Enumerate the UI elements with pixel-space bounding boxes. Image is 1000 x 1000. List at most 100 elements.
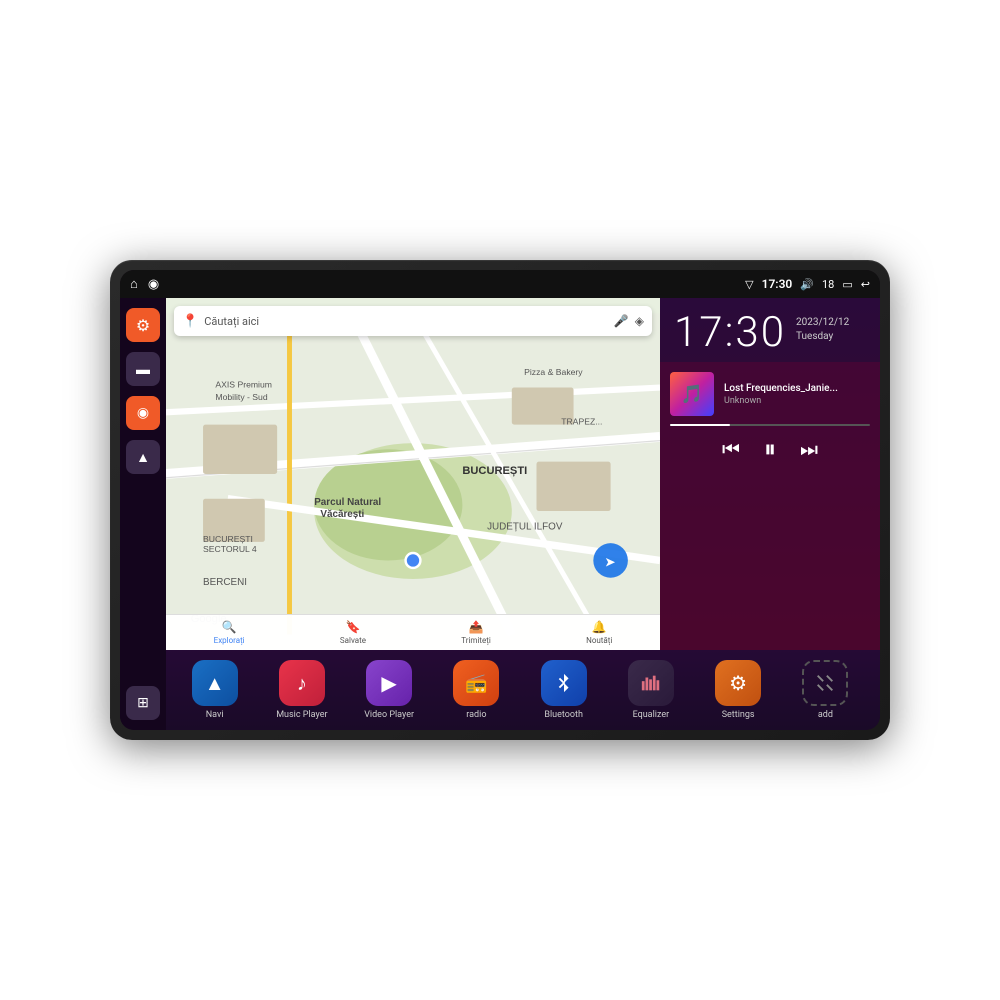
- navi-label: Navi: [206, 710, 224, 720]
- sidebar-maps-btn[interactable]: ◉: [126, 396, 160, 430]
- app-radio[interactable]: 📻 radio: [446, 660, 506, 720]
- add-icon: [814, 672, 836, 694]
- map-explore-btn[interactable]: 🔍 Explorați: [214, 620, 245, 645]
- back-icon[interactable]: ↩: [861, 278, 870, 291]
- map-saved-btn[interactable]: 🔖 Salvate: [340, 620, 366, 645]
- time-display: 17:30: [762, 277, 793, 291]
- settings-app-icon: ⚙: [729, 671, 747, 695]
- app-music-player[interactable]: ♪ Music Player: [272, 660, 332, 720]
- map-search-bar[interactable]: 📍 Căutați aici 🎤 ◈: [174, 306, 652, 336]
- video-player-label: Video Player: [364, 710, 414, 720]
- music-artist: Unknown: [724, 396, 870, 406]
- svg-text:TRAPEZ...: TRAPEZ...: [561, 417, 602, 427]
- share-icon: 📤: [469, 620, 484, 634]
- equalizer-label: Equalizer: [633, 710, 670, 720]
- music-next-btn[interactable]: ⏭: [800, 439, 818, 462]
- layers-icon[interactable]: ◈: [635, 314, 644, 328]
- sidebar: ⚙ ▬ ◉ ▲ ⊞: [120, 298, 166, 730]
- wifi-icon: ▽: [745, 278, 753, 291]
- music-info-row: 🎵 Lost Frequencies_Janie... Unknown: [670, 372, 870, 416]
- music-prev-btn[interactable]: ⏮: [722, 439, 740, 462]
- nav-arrow-icon: ▲: [136, 449, 150, 466]
- radio-icon-bg: 📻: [453, 660, 499, 706]
- bluetooth-icon-bg: [541, 660, 587, 706]
- map-status-icon[interactable]: ◉: [148, 277, 159, 292]
- app-bluetooth[interactable]: Bluetooth: [534, 660, 594, 720]
- top-row: 📍 Căutați aici 🎤 ◈: [166, 298, 880, 650]
- sidebar-settings-btn[interactable]: ⚙: [126, 308, 160, 342]
- add-label: add: [818, 710, 833, 720]
- map-share-btn[interactable]: 📤 Trimiteți: [461, 620, 491, 645]
- map-search-text[interactable]: Căutați aici: [204, 315, 608, 328]
- sidebar-grid-btn[interactable]: ⊞: [126, 686, 160, 720]
- music-player-label: Music Player: [276, 710, 327, 720]
- settings-label: Settings: [722, 710, 755, 720]
- main-content: ⚙ ▬ ◉ ▲ ⊞: [120, 298, 880, 730]
- clock-date: 2023/12/12 Tuesday: [796, 316, 849, 344]
- music-player-icon: ♪: [297, 671, 307, 696]
- equalizer-icon: [640, 672, 662, 694]
- right-panel: 17:30 2023/12/12 Tuesday 🎵 Lost: [660, 298, 880, 650]
- music-pause-btn[interactable]: ⏸: [764, 436, 776, 464]
- sidebar-files-btn[interactable]: ▬: [126, 352, 160, 386]
- navi-icon: ▲: [205, 671, 225, 696]
- bluetooth-icon: [553, 672, 575, 694]
- music-controls: ⏮ ⏸ ⏭: [670, 436, 870, 464]
- video-player-icon: ▶: [381, 671, 396, 695]
- battery-icon: ▭: [842, 278, 852, 291]
- map-widget[interactable]: 📍 Căutați aici 🎤 ◈: [166, 298, 660, 650]
- settings-icon-bg: ⚙: [715, 660, 761, 706]
- home-icon[interactable]: ⌂: [130, 276, 138, 292]
- center-area: 📍 Căutați aici 🎤 ◈: [166, 298, 880, 730]
- app-grid: ▲ Navi ♪ Music Player ▶: [174, 660, 866, 720]
- saved-label: Salvate: [340, 636, 366, 645]
- app-add[interactable]: add: [795, 660, 855, 720]
- news-label: Noutăți: [586, 636, 612, 645]
- saved-icon: 🔖: [345, 620, 360, 634]
- video-player-icon-bg: ▶: [366, 660, 412, 706]
- clock-date-value: 2023/12/12: [796, 316, 849, 330]
- map-bottom-bar: 🔍 Explorați 🔖 Salvate 📤 Trimiteți: [166, 614, 660, 650]
- share-label: Trimiteți: [461, 636, 491, 645]
- music-section: 🎵 Lost Frequencies_Janie... Unknown: [660, 362, 880, 650]
- sidebar-nav-btn[interactable]: ▲: [126, 440, 160, 474]
- volume-icon: 🔊: [800, 278, 814, 291]
- svg-text:Mobility - Sud: Mobility - Sud: [215, 392, 267, 402]
- music-text: Lost Frequencies_Janie... Unknown: [724, 383, 870, 406]
- status-bar: ⌂ ◉ ▽ 17:30 🔊 18 ▭ ↩: [120, 270, 880, 298]
- map-pin-icon: ◉: [137, 405, 149, 421]
- svg-text:BUCUREȘTI: BUCUREȘTI: [203, 534, 253, 544]
- app-navi[interactable]: ▲ Navi: [185, 660, 245, 720]
- clock-time: 17:30: [674, 312, 786, 354]
- svg-text:➤: ➤: [604, 555, 616, 570]
- music-progress-bar[interactable]: [670, 424, 870, 426]
- radio-label: radio: [466, 710, 486, 720]
- app-settings[interactable]: ⚙ Settings: [708, 660, 768, 720]
- radio-icon: 📻: [465, 673, 487, 694]
- battery-level: 18: [822, 278, 834, 291]
- bluetooth-label: Bluetooth: [544, 710, 583, 720]
- svg-text:Pizza & Bakery: Pizza & Bakery: [524, 367, 583, 377]
- app-grid-section: ▲ Navi ♪ Music Player ▶: [166, 650, 880, 730]
- google-maps-icon: 📍: [182, 314, 198, 329]
- explore-label: Explorați: [214, 636, 245, 645]
- grid-icon: ⊞: [137, 695, 149, 711]
- app-equalizer[interactable]: Equalizer: [621, 660, 681, 720]
- clock-section: 17:30 2023/12/12 Tuesday: [660, 298, 880, 362]
- navi-icon-bg: ▲: [192, 660, 238, 706]
- status-bar-right: ▽ 17:30 🔊 18 ▭ ↩: [745, 277, 870, 291]
- music-player-icon-bg: ♪: [279, 660, 325, 706]
- equalizer-icon-bg: [628, 660, 674, 706]
- settings-icon: ⚙: [136, 316, 150, 335]
- svg-text:BUCUREȘTI: BUCUREȘTI: [462, 465, 527, 477]
- svg-text:AXIS Premium: AXIS Premium: [215, 380, 272, 390]
- svg-text:Parcul Natural: Parcul Natural: [314, 497, 381, 508]
- mic-icon[interactable]: 🎤: [614, 314, 629, 328]
- music-title: Lost Frequencies_Janie...: [724, 383, 870, 394]
- app-video-player[interactable]: ▶ Video Player: [359, 660, 419, 720]
- add-icon-bg: [802, 660, 848, 706]
- map-background: AXIS Premium Mobility - Sud Pizza & Bake…: [166, 298, 660, 650]
- explore-icon: 🔍: [222, 620, 237, 634]
- map-news-btn[interactable]: 🔔 Noutăți: [586, 620, 612, 645]
- music-thumbnail: 🎵: [670, 372, 714, 416]
